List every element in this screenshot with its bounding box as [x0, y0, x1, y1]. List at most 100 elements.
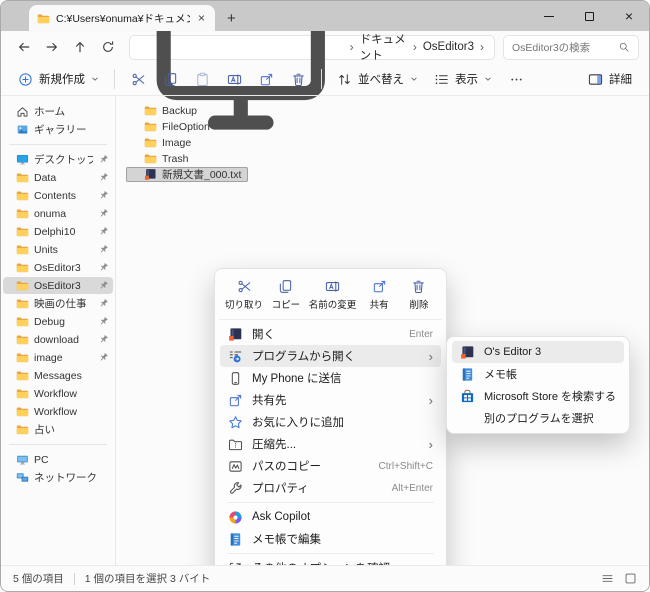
sidebar-item[interactable]: OsEditor3	[3, 259, 113, 276]
menu-item[interactable]: メモ帳	[452, 363, 624, 385]
sidebar-item-label: 映画の仕事	[34, 296, 93, 311]
menu-item[interactable]: Ask Copilot	[220, 506, 441, 528]
sidebar-item[interactable]: Data	[3, 169, 113, 186]
sidebar-item[interactable]: Workflow	[3, 385, 113, 402]
folder-icon	[16, 297, 29, 310]
sidebar-item[interactable]: 映画の仕事	[3, 295, 113, 312]
sidebar-item[interactable]: PC	[3, 451, 113, 468]
menu-item[interactable]: パスのコピーCtrl+Shift+C	[220, 455, 441, 477]
thumbnail-view-icon[interactable]	[624, 572, 637, 585]
refresh-button[interactable]	[95, 34, 121, 60]
quick-action-button[interactable]: 名前の変更	[307, 276, 359, 314]
copy-button[interactable]	[155, 65, 185, 93]
quick-action-button[interactable]: 削除	[400, 276, 438, 314]
list-view-icon[interactable]	[601, 572, 614, 585]
new-button[interactable]: 新規作成	[11, 65, 106, 93]
view-button[interactable]: 表示	[427, 65, 499, 93]
trash-icon	[411, 279, 426, 294]
sidebar-item[interactable]: Contents	[3, 187, 113, 204]
plus-circle-icon	[18, 72, 33, 87]
sidebar-item-label: ネットワーク	[34, 470, 109, 485]
menu-item[interactable]: O's Editor 3	[452, 341, 624, 363]
breadcrumb-segment[interactable]: ドキュメント	[360, 31, 407, 63]
tab-close-icon[interactable]: ×	[196, 11, 207, 25]
minimize-icon	[544, 16, 554, 17]
quick-action-label: 共有	[370, 297, 389, 311]
rename-button[interactable]	[219, 65, 249, 93]
menu-item[interactable]: その他のオプションを確認	[220, 557, 441, 565]
explorer-body: ホームギャラリーデスクトップ Data ContentsonumaDelphi10U…	[1, 96, 649, 565]
address-bar[interactable]: ›ドキュメント›OsEditor3›	[129, 35, 495, 60]
file-row[interactable]: Backup	[126, 103, 248, 118]
sidebar-item[interactable]: onuma	[3, 205, 113, 222]
menu-item[interactable]: お気に入りに追加	[220, 411, 441, 433]
breadcrumb-segment[interactable]: OsEditor3	[423, 41, 474, 53]
sidebar-item[interactable]: download	[3, 331, 113, 348]
menu-divider	[227, 553, 434, 554]
sidebar-item[interactable]: OsEditor3	[3, 277, 113, 294]
file-name: Trash	[162, 153, 188, 165]
up-button[interactable]	[67, 34, 93, 60]
maximize-button[interactable]	[569, 1, 609, 31]
sidebar-item[interactable]: Workflow	[3, 403, 113, 420]
sidebar-item[interactable]: image	[3, 349, 113, 366]
paste-button[interactable]	[187, 65, 217, 93]
menu-item[interactable]: 圧縮先...›	[220, 433, 441, 455]
window-controls: ×	[529, 1, 649, 31]
sort-button[interactable]: 並べ替え	[330, 65, 425, 93]
quick-action-button[interactable]: 共有	[360, 276, 398, 314]
forward-button[interactable]	[39, 34, 65, 60]
sidebar-item[interactable]: ネットワーク	[3, 469, 113, 486]
sidebar-item[interactable]: Debug	[3, 313, 113, 330]
file-row[interactable]: 新規文書_000.txt	[126, 167, 248, 182]
file-explorer-window: C:¥Users¥onuma¥ドキュメント¥C × + × ›ドキュメント›Os…	[0, 0, 650, 592]
sidebar-item[interactable]: ギャラリー	[3, 121, 113, 138]
menu-item-label: プログラムから開く	[252, 348, 420, 364]
menu-item[interactable]: 別のプログラムを選択	[452, 407, 624, 429]
back-button[interactable]	[11, 34, 37, 60]
title-bar: C:¥Users¥onuma¥ドキュメント¥C × + ×	[1, 1, 649, 31]
share-button[interactable]	[251, 65, 281, 93]
menu-item[interactable]: Microsoft Store を検索する	[452, 385, 624, 407]
folder-icon	[144, 152, 157, 165]
quick-action-button[interactable]: 切り取り	[223, 276, 265, 314]
share-icon	[228, 393, 243, 408]
menu-item[interactable]: 開くEnter	[220, 323, 441, 345]
details-button[interactable]: 詳細	[581, 65, 639, 93]
close-button[interactable]: ×	[609, 1, 649, 31]
sidebar-divider	[9, 444, 107, 445]
sidebar-item-label: Data	[34, 172, 93, 184]
menu-item[interactable]: 共有先›	[220, 389, 441, 411]
pin-icon	[98, 172, 109, 183]
menu-item[interactable]: メモ帳で編集	[220, 528, 441, 550]
oseditor-icon	[144, 168, 157, 181]
file-row[interactable]: Image	[126, 135, 248, 150]
file-row[interactable]: Trash	[126, 151, 248, 166]
sidebar-item[interactable]: 占い	[3, 421, 113, 438]
menu-item[interactable]: プロパティAlt+Enter	[220, 477, 441, 499]
sidebar-item[interactable]: Messages	[3, 367, 113, 384]
quick-action-button[interactable]: コピー	[267, 276, 305, 314]
menu-item-label: Ask Copilot	[252, 511, 433, 523]
sidebar-item-label: download	[34, 334, 93, 346]
delete-button[interactable]	[283, 65, 313, 93]
more-button[interactable]	[501, 65, 531, 93]
search-box[interactable]: OsEditor3の検索	[503, 35, 639, 60]
minimize-button[interactable]	[529, 1, 569, 31]
menu-item[interactable]: My Phone に送信	[220, 367, 441, 389]
sidebar-item[interactable]: ホーム	[3, 103, 113, 120]
quick-action-label: コピー	[272, 297, 301, 311]
file-row[interactable]: FileOption	[126, 119, 248, 134]
notepad-icon	[228, 532, 243, 547]
cut-button[interactable]	[123, 65, 153, 93]
quick-action-label: 名前の変更	[309, 297, 357, 311]
sidebar-item[interactable]: Units	[3, 241, 113, 258]
sidebar-item[interactable]: Delphi10	[3, 223, 113, 240]
status-divider	[74, 573, 75, 585]
breadcrumb-separator-icon: ›	[411, 40, 419, 54]
sidebar-item[interactable]: デスクトップ	[3, 151, 113, 168]
folder-icon	[16, 369, 29, 382]
explorer-tab[interactable]: C:¥Users¥onuma¥ドキュメント¥C ×	[29, 5, 215, 31]
new-tab-button[interactable]: +	[227, 10, 236, 27]
menu-item[interactable]: プログラムから開く›	[220, 345, 441, 367]
